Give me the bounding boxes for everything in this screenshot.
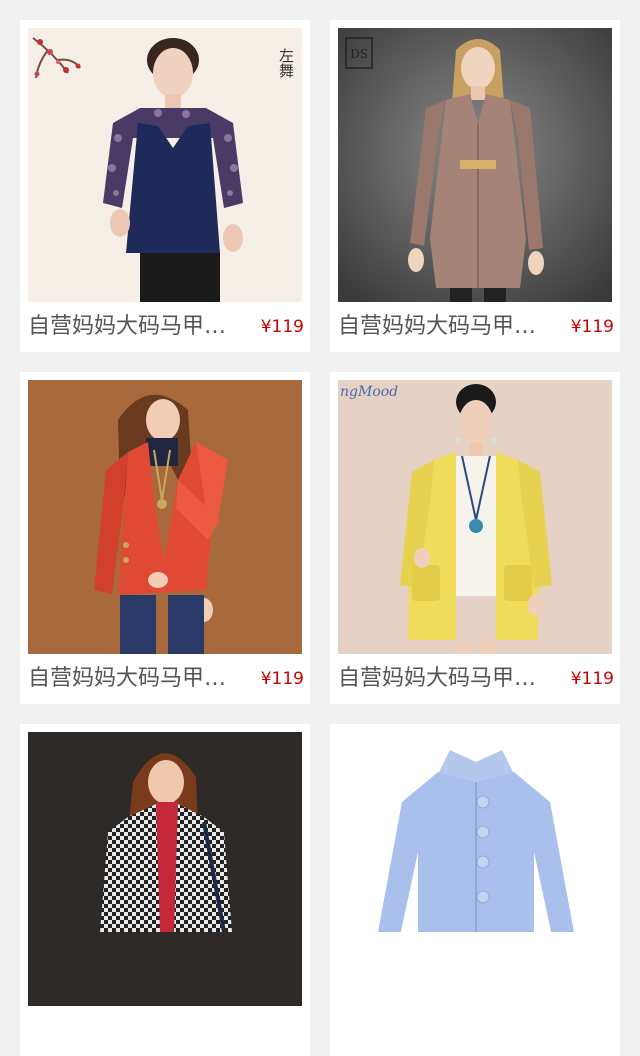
brand-watermark-4: ngMood: [340, 384, 398, 400]
product-price-2: ¥119: [570, 317, 614, 337]
product-card-6[interactable]: [330, 724, 620, 1056]
product-card-3[interactable]: 自营妈妈大码马甲连衣两件套 ¥119: [20, 372, 310, 704]
product-title-6[interactable]: [338, 1016, 552, 1046]
product-card-5[interactable]: [20, 724, 310, 1056]
product-card-1[interactable]: 左舞 自营妈妈大码马甲连衣两件套: [20, 20, 310, 352]
product-price-4: ¥119: [570, 669, 614, 689]
product-image-5[interactable]: [28, 732, 302, 1006]
belt-buckle-icon: [460, 160, 496, 169]
product-title-5[interactable]: [28, 1016, 242, 1046]
svg-text:DS: DS: [350, 47, 368, 61]
product-image-4[interactable]: ngMood: [338, 380, 612, 654]
product-image-6[interactable]: [338, 732, 612, 1006]
product-title-1[interactable]: 自营妈妈大码马甲连衣两件套: [28, 312, 242, 342]
product-card-2[interactable]: DS 自营妈妈大码马甲连衣两件套 ¥119: [330, 20, 620, 352]
product-price-1: ¥119: [260, 317, 304, 337]
product-card-4[interactable]: ngMood 自营妈妈大码马甲连 ¥119: [330, 372, 620, 704]
product-grid: 左舞 自营妈妈大码马甲连衣两件套: [0, 0, 640, 1056]
product-title-3[interactable]: 自营妈妈大码马甲连衣两件套: [28, 664, 242, 694]
product-title-4[interactable]: 自营妈妈大码马甲连衣两件套: [338, 664, 552, 694]
product-title-2[interactable]: 自营妈妈大码马甲连衣两件套: [338, 312, 552, 342]
product-image-1[interactable]: 左舞: [28, 28, 302, 302]
product-image-2[interactable]: DS: [338, 28, 612, 302]
product-price-3: ¥119: [260, 669, 304, 689]
brand-watermark-1: 左舞: [277, 48, 295, 78]
product-image-3[interactable]: [28, 380, 302, 654]
